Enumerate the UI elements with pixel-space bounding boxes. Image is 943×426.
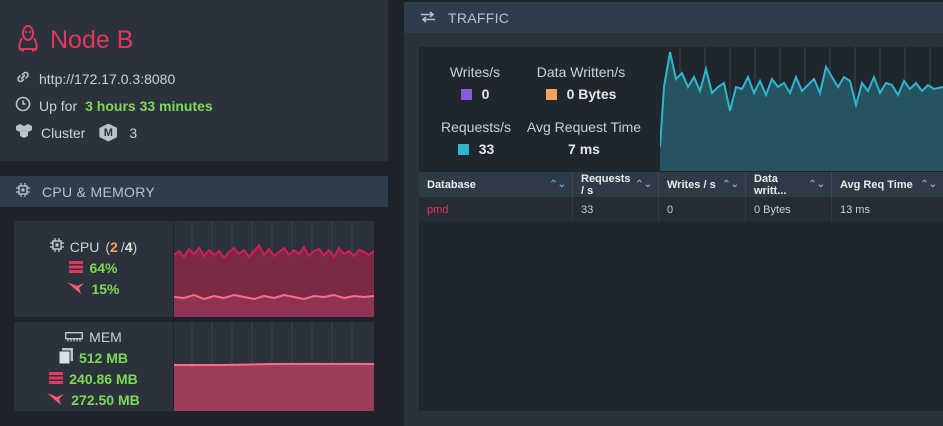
cpu-other-line: 15%	[67, 278, 120, 299]
uptime-value: 3 hours 33 minutes	[85, 97, 213, 114]
mem-other-value: 272.50 MB	[71, 391, 140, 408]
mem-raven-icon	[47, 391, 65, 408]
requests-label: Requests/s	[440, 119, 512, 135]
cpu-usage-line: 64%	[69, 257, 118, 278]
linux-icon	[16, 24, 40, 57]
requests-stat: Requests/s 33	[440, 119, 512, 157]
exchange-icon	[420, 10, 436, 26]
avg-request-time-value: 7 ms	[568, 141, 600, 157]
avg-request-time-stat: Avg Request Time 7 ms	[521, 119, 647, 157]
writes-cell: 0	[659, 197, 746, 222]
sort-icon[interactable]: ⌃⌄	[808, 179, 825, 190]
cluster-row: Cluster M 3	[15, 123, 137, 142]
memory-icon	[65, 329, 84, 345]
writes-swatch	[460, 88, 472, 100]
mem-label: MEM	[89, 328, 122, 345]
sort-icon[interactable]: ⌃⌄	[920, 179, 937, 190]
data-written-swatch	[545, 88, 557, 100]
mem-label-line: MEM	[65, 326, 122, 347]
cpu-stats: CPU ( 2 / 4 ) 64% 15%	[14, 236, 173, 299]
clock-icon	[15, 96, 31, 115]
traffic-title: TRAFFIC	[448, 9, 510, 26]
mem-used-line: 240.86 MB	[49, 368, 138, 389]
cpu-usage-value: 64%	[89, 259, 118, 276]
mem-server-icon	[49, 371, 64, 387]
requests-value: 33	[478, 141, 495, 157]
mem-used-value: 240.86 MB	[69, 370, 138, 387]
avg-req-time-cell: 13 ms	[840, 203, 870, 216]
uptime-label: Up for	[39, 97, 78, 114]
cpu-stats-box: CPU ( 2 / 4 ) 64% 15%	[14, 221, 173, 317]
node-url-row: http://172.17.0.3:8080	[15, 69, 175, 88]
cluster-icon	[15, 123, 33, 142]
cluster-label: Cluster	[41, 124, 86, 141]
requests-swatch	[457, 143, 469, 155]
mem-stats-box: MEM 512 MB 240.86 MB 272.50 MB	[14, 322, 173, 411]
mem-total-value: 512 MB	[78, 349, 129, 366]
column-header-data-written[interactable]: Data writt... ⌃⌄	[746, 172, 832, 197]
uptime-row: Up for 3 hours 33 minutes	[15, 96, 213, 115]
files-icon	[58, 348, 73, 367]
data-written-stat: Data Written/s 0 Bytes	[530, 64, 632, 102]
cpu-usage-graph	[174, 221, 374, 317]
chip-icon	[16, 183, 30, 200]
mem-total-line: 512 MB	[58, 347, 129, 368]
mem-stats: MEM 512 MB 240.86 MB 272.50 MB	[14, 326, 173, 410]
cpu-chip-icon	[49, 238, 64, 255]
link-icon	[15, 69, 31, 88]
database-name-cell[interactable]: pmd	[419, 197, 573, 222]
cpu-count-close: )	[132, 238, 138, 255]
cluster-member-icon: M	[99, 123, 118, 142]
data-written-cell: 0 Bytes	[746, 197, 832, 222]
table-header-row: Database ⌃⌄ Requests / s ⌃⌄ Writes / s ⌃…	[419, 172, 943, 197]
mem-other-line: 272.50 MB	[47, 389, 140, 410]
cluster-member-badge: M	[103, 126, 113, 139]
sort-icon[interactable]: ⌃⌄	[549, 179, 566, 190]
server-icon	[69, 260, 84, 276]
raven-icon	[67, 280, 85, 297]
cpu-other-value: 15%	[91, 280, 120, 297]
table-row[interactable]: pmd 33 0 0 Bytes 13 ms	[419, 197, 943, 222]
data-written-label: Data Written/s	[536, 64, 626, 80]
writes-stat: Writes/s 0	[447, 64, 503, 102]
node-name: Node B	[50, 26, 134, 54]
cpu-count-line: CPU ( 2 / 4 )	[49, 236, 138, 257]
node-title: Node B	[16, 24, 133, 57]
cpu-memory-header: CPU & MEMORY	[0, 176, 388, 207]
data-written-value: 0 Bytes	[566, 86, 617, 102]
node-url-link[interactable]: http://172.17.0.3:8080	[39, 71, 175, 87]
writes-label: Writes/s	[449, 64, 501, 80]
database-traffic-table: Database ⌃⌄ Requests / s ⌃⌄ Writes / s ⌃…	[419, 172, 943, 222]
column-header-avg-req-time[interactable]: Avg Req Time ⌃⌄	[832, 172, 943, 197]
writes-value: 0	[481, 86, 490, 102]
column-header-requests[interactable]: Requests / s ⌃⌄	[573, 172, 659, 197]
sort-icon[interactable]: ⌃⌄	[635, 179, 652, 190]
avg-request-time-label: Avg Request Time	[526, 119, 642, 135]
cpu-label: CPU	[69, 238, 100, 255]
requests-cell: 33	[573, 197, 659, 222]
column-header-database[interactable]: Database ⌃⌄	[419, 172, 573, 197]
traffic-header: TRAFFIC	[404, 2, 943, 33]
column-header-writes[interactable]: Writes / s ⌃⌄	[659, 172, 746, 197]
memory-usage-graph	[174, 322, 374, 411]
cpu-used-count: 2	[110, 238, 118, 255]
traffic-graph	[660, 47, 943, 171]
cpu-memory-title: CPU & MEMORY	[42, 183, 156, 200]
node-info-panel: Node B http://172.17.0.3:8080 Up for 3 h…	[0, 0, 388, 161]
cpu-total-count: 4	[124, 238, 133, 255]
cluster-count: 3	[129, 124, 138, 141]
sort-icon[interactable]: ⌃⌄	[722, 179, 739, 190]
